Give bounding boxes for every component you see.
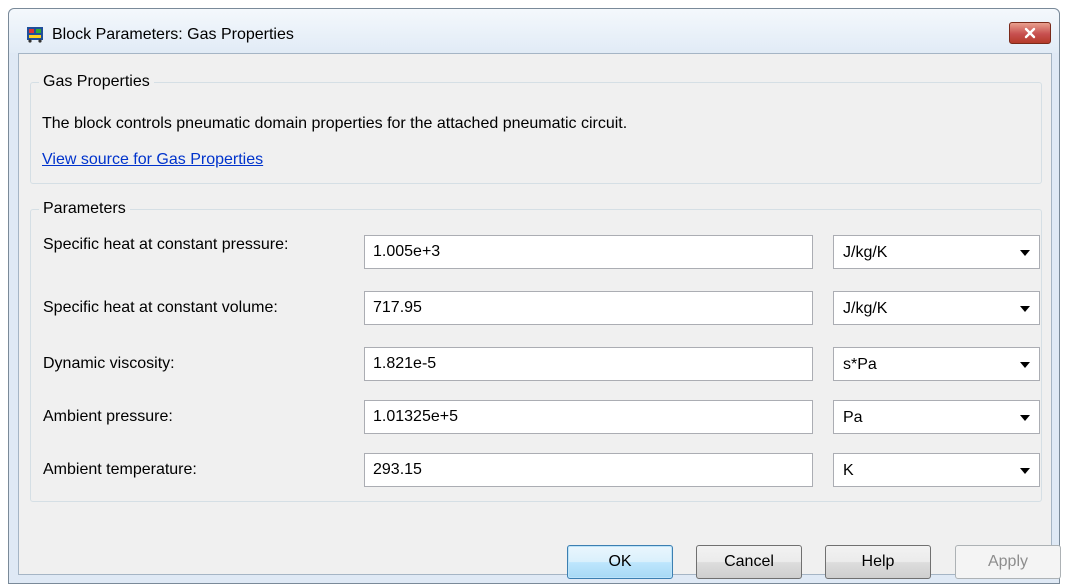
parameters-group-title: Parameters xyxy=(39,200,130,218)
param-value-input[interactable] xyxy=(364,235,813,269)
unit-value: K xyxy=(843,462,854,479)
unit-dropdown[interactable]: J/kg/K xyxy=(833,235,1040,269)
ok-button[interactable]: OK xyxy=(567,545,673,579)
param-value-input[interactable] xyxy=(364,291,813,325)
param-label: Ambient temperature: xyxy=(43,461,197,478)
dialog-window: Block Parameters: Gas Properties Gas Pro… xyxy=(8,8,1061,584)
window-title: Block Parameters: Gas Properties xyxy=(52,26,294,43)
apply-button[interactable]: Apply xyxy=(955,545,1061,579)
dialog-content: Gas Properties The block controls pneuma… xyxy=(18,53,1061,579)
dropdown-arrow-icon xyxy=(1020,306,1030,312)
dropdown-arrow-icon xyxy=(1020,250,1030,256)
unit-value: s*Pa xyxy=(843,356,877,373)
block-description: The block controls pneumatic domain prop… xyxy=(42,115,628,132)
dropdown-arrow-icon xyxy=(1020,468,1030,474)
unit-value: J/kg/K xyxy=(843,300,888,317)
dropdown-arrow-icon xyxy=(1020,415,1030,421)
close-button[interactable] xyxy=(1009,22,1051,44)
dropdown-arrow-icon xyxy=(1020,362,1030,368)
param-row-cp: Specific heat at constant pressure: J/kg… xyxy=(31,235,1041,271)
unit-dropdown[interactable]: K xyxy=(833,453,1040,487)
unit-dropdown[interactable]: Pa xyxy=(833,400,1040,434)
param-row-temperature: Ambient temperature: K xyxy=(31,453,1041,489)
unit-dropdown[interactable]: s*Pa xyxy=(833,347,1040,381)
unit-value: J/kg/K xyxy=(843,244,888,261)
param-label: Specific heat at constant pressure: xyxy=(43,236,289,253)
param-label: Dynamic viscosity: xyxy=(43,355,175,372)
parameters-group: Parameters Specific heat at constant pre… xyxy=(30,200,1042,502)
cancel-button[interactable]: Cancel xyxy=(696,545,802,579)
title-bar[interactable]: Block Parameters: Gas Properties xyxy=(9,9,1059,53)
view-source-link[interactable]: View source for Gas Properties xyxy=(42,151,263,169)
param-row-viscosity: Dynamic viscosity: s*Pa xyxy=(31,347,1041,383)
param-row-pressure: Ambient pressure: Pa xyxy=(31,400,1041,436)
gas-properties-group-title: Gas Properties xyxy=(39,73,154,91)
help-button[interactable]: Help xyxy=(825,545,931,579)
simulink-app-icon xyxy=(27,27,43,43)
param-value-input[interactable] xyxy=(364,347,813,381)
gas-properties-group: Gas Properties The block controls pneuma… xyxy=(30,73,1042,184)
param-value-input[interactable] xyxy=(364,400,813,434)
close-icon xyxy=(1024,27,1036,39)
param-row-cv: Specific heat at constant volume: J/kg/K xyxy=(31,291,1041,327)
unit-value: Pa xyxy=(843,409,863,426)
param-value-input[interactable] xyxy=(364,453,813,487)
param-label: Specific heat at constant volume: xyxy=(43,299,278,316)
param-label: Ambient pressure: xyxy=(43,408,173,425)
unit-dropdown[interactable]: J/kg/K xyxy=(833,291,1040,325)
